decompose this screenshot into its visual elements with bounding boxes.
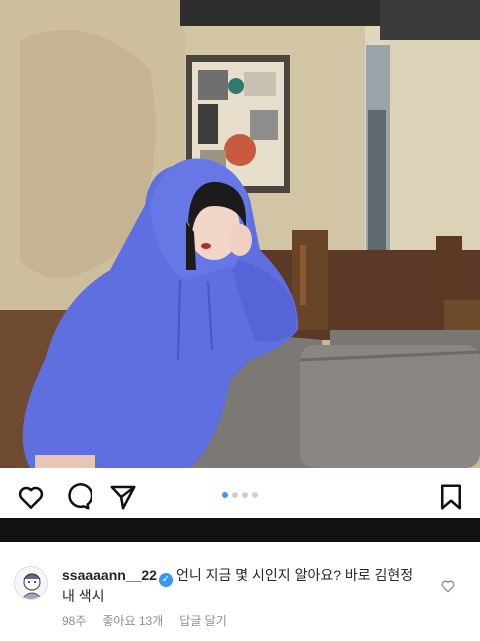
comment-item: ssaaaann__22 ✓ 언니 지금 몇 시인지 알아요? 바로 김현정 내 색… (0, 542, 480, 641)
comment-time: 98주 (62, 614, 87, 628)
verified-badge-icon: ✓ (158, 573, 173, 587)
comment-body: ssaaaann__22 ✓ 언니 지금 몇 시인지 알아요? 바로 김현정 내 색… (62, 566, 422, 606)
carousel-indicator (0, 492, 480, 500)
comment-username[interactable]: ssaaaann__22 (62, 567, 157, 583)
carousel-dot[interactable] (242, 492, 248, 498)
reply-button[interactable]: 답글 달기 (179, 612, 227, 629)
avatar[interactable] (14, 566, 48, 600)
post-photo[interactable] (0, 0, 480, 468)
carousel-dot[interactable] (222, 492, 228, 498)
carousel-dot[interactable] (252, 492, 258, 498)
comment-likes[interactable]: 좋아요 13개 (102, 612, 163, 629)
carousel-dot[interactable] (232, 492, 238, 498)
separator-band (0, 518, 480, 542)
comment-meta: 98주 좋아요 13개 답글 달기 (62, 612, 227, 629)
heart-outline-icon[interactable] (440, 578, 456, 594)
